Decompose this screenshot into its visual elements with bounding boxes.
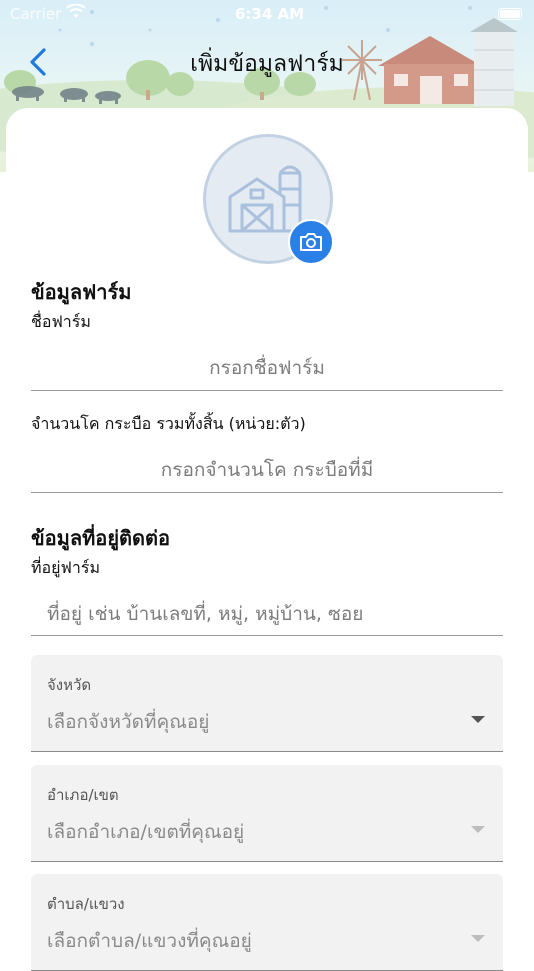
triangle-down-icon	[471, 935, 485, 942]
wifi-icon	[66, 3, 86, 24]
province-select[interactable]: จังหวัด เลือกจังหวัดที่คุณอยู่	[31, 655, 503, 752]
subdistrict-select-label: ตำบล/แขวง	[47, 895, 125, 913]
contact-info-section-title: ข้อมูลที่อยู่ติดต่อ	[31, 526, 171, 550]
district-select[interactable]: อำเภอ/เขต เลือกอำเภอ/เขตที่คุณอยู่	[31, 765, 503, 862]
farm-info-section-title: ข้อมูลฟาร์ม	[31, 280, 132, 304]
camera-icon	[300, 233, 322, 251]
cattle-count-input[interactable]	[31, 448, 503, 493]
farm-name-input[interactable]	[31, 346, 503, 391]
triangle-down-icon	[471, 716, 485, 723]
district-select-value: เลือกอำเภอ/เขตที่คุณอยู่	[47, 821, 245, 843]
province-select-value: เลือกจังหวัดที่คุณอยู่	[47, 711, 210, 733]
page-title: เพิ่มข้อมูลฟาร์ม	[190, 51, 344, 77]
address-label: ที่อยู่ฟาร์ม	[31, 558, 100, 577]
carrier-label: Carrier	[10, 5, 62, 23]
district-select-label: อำเภอ/เขต	[47, 786, 119, 804]
status-time: 6:34 AM	[235, 5, 305, 23]
triangle-down-icon	[471, 826, 485, 833]
battery-icon	[498, 8, 522, 20]
province-select-label: จังหวัด	[47, 676, 92, 694]
subdistrict-select[interactable]: ตำบล/แขวง เลือกตำบล/แขวงที่คุณอยู่	[31, 874, 503, 971]
farm-name-label: ชื่อฟาร์ม	[31, 312, 91, 331]
subdistrict-select-value: เลือกตำบล/แขวงที่คุณอยู่	[47, 930, 252, 952]
cattle-count-label: จำนวนโค กระบือ รวมทั้งสิ้น (หน่วย:ตัว)	[31, 414, 306, 433]
status-bar: Carrier 6:34 AM	[0, 0, 534, 28]
address-input[interactable]	[31, 592, 503, 636]
camera-button[interactable]	[288, 219, 334, 265]
